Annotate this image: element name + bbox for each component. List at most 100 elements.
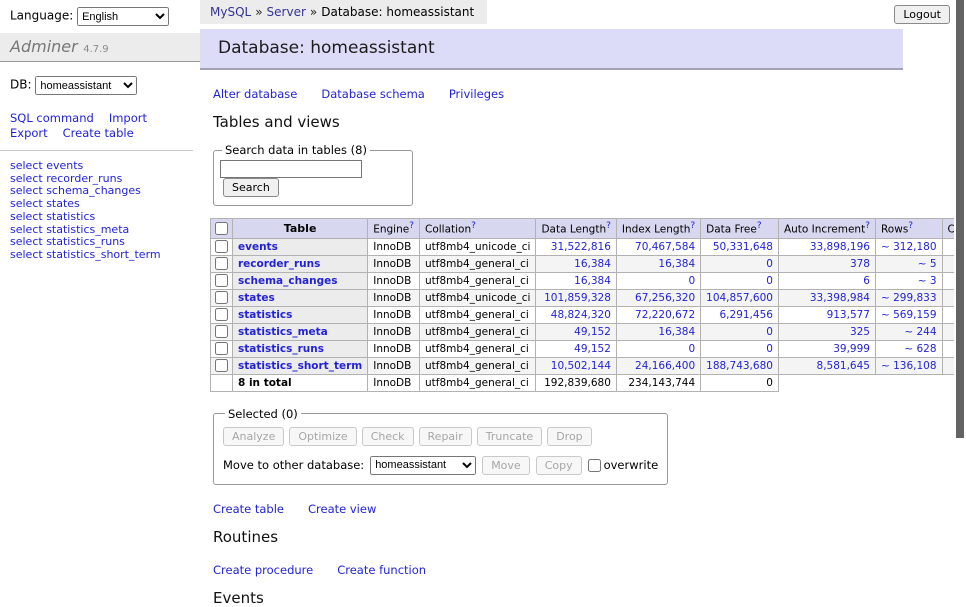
row-checkbox-statistics_short_term[interactable] [215, 359, 228, 372]
table-name-link-recorder_runs[interactable]: recorder_runs [238, 258, 320, 270]
select-link-statistics_runs[interactable]: select [10, 235, 43, 248]
action-privileges[interactable]: Privileges [449, 87, 504, 101]
data_free-value[interactable]: 6,291,456 [720, 309, 773, 321]
table-name-link-states[interactable]: states [238, 292, 275, 304]
repair-button[interactable]: Repair [419, 427, 472, 446]
select-link-states[interactable]: select [10, 197, 43, 210]
select-link-events[interactable]: select [10, 159, 43, 172]
sidebar-link-sql-command[interactable]: SQL command [10, 111, 94, 125]
row-checkbox-statistics_meta[interactable] [215, 325, 228, 338]
rows-value[interactable]: ~ 569,159 [881, 309, 937, 321]
table-name-link-statistics_runs[interactable]: statistics_runs [238, 343, 324, 355]
truncate-button[interactable]: Truncate [477, 427, 542, 446]
help-link-rows[interactable]: ? [908, 221, 913, 231]
auto_increment-value[interactable]: 6 [863, 275, 870, 287]
drop-button[interactable]: Drop [547, 427, 591, 446]
action-create-view[interactable]: Create view [308, 502, 376, 516]
language-select[interactable]: English [77, 7, 169, 26]
auto_increment-value[interactable]: 8,581,645 [817, 360, 870, 372]
action-database-schema[interactable]: Database schema [321, 87, 424, 101]
select-link-statistics_short_term[interactable]: select [10, 248, 43, 261]
data_free-value[interactable]: 0 [766, 343, 773, 355]
rows-value[interactable]: ~ 299,833 [881, 292, 937, 304]
breadcrumb-driver-link[interactable]: MySQL [210, 5, 251, 19]
data_length-value[interactable]: 48,824,320 [551, 309, 611, 321]
help-link-data_length[interactable]: ? [606, 221, 611, 231]
scrollbar-thumb[interactable] [956, 0, 964, 438]
data_length-value[interactable]: 49,152 [574, 343, 611, 355]
auto_increment-value[interactable]: 39,999 [833, 343, 870, 355]
row-checkbox-states[interactable] [215, 291, 228, 304]
select-link-statistics_meta[interactable]: select [10, 223, 43, 236]
copy-button[interactable]: Copy [536, 456, 582, 475]
table-name-link-statistics[interactable]: statistics [238, 309, 292, 321]
data_free-value[interactable]: 104,857,600 [706, 292, 773, 304]
search-input[interactable] [220, 160, 362, 178]
table-link-statistics_meta[interactable]: statistics_meta [46, 223, 129, 236]
help-link-data_free[interactable]: ? [757, 221, 762, 231]
data_length-value[interactable]: 101,859,328 [544, 292, 611, 304]
db-select[interactable]: homeassistant [35, 76, 137, 95]
index_length-value[interactable]: 16,384 [658, 258, 695, 270]
data_free-value[interactable]: 0 [766, 258, 773, 270]
sidebar-link-import[interactable]: Import [109, 111, 147, 125]
action-create-function[interactable]: Create function [337, 563, 426, 577]
rows-value[interactable]: ~ 244 [904, 326, 936, 338]
move-button[interactable]: Move [482, 456, 530, 475]
table-name-link-events[interactable]: events [238, 241, 278, 253]
data_length-value[interactable]: 16,384 [574, 275, 611, 287]
select-link-schema_changes[interactable]: select [10, 184, 43, 197]
index_length-value[interactable]: 0 [688, 275, 695, 287]
rows-value[interactable]: ~ 3 [918, 275, 937, 287]
check-button[interactable]: Check [362, 427, 414, 446]
auto_increment-value[interactable]: 325 [850, 326, 870, 338]
auto_increment-value[interactable]: 913,577 [827, 309, 870, 321]
row-checkbox-schema_changes[interactable] [215, 274, 228, 287]
table-link-schema_changes[interactable]: schema_changes [46, 184, 141, 197]
auto_increment-value[interactable]: 33,898,196 [810, 241, 870, 253]
data_free-value[interactable]: 188,743,680 [706, 360, 773, 372]
index_length-value[interactable]: 16,384 [658, 326, 695, 338]
action-create-procedure[interactable]: Create procedure [213, 563, 313, 577]
rows-value[interactable]: ~ 136,108 [881, 360, 937, 372]
action-create-table[interactable]: Create table [213, 502, 284, 516]
rows-value[interactable]: ~ 5 [918, 258, 937, 270]
search-button[interactable]: Search [223, 178, 279, 197]
data_length-value[interactable]: 10,502,144 [551, 360, 611, 372]
help-link-collation[interactable]: ? [471, 221, 476, 231]
data_length-value[interactable]: 16,384 [574, 258, 611, 270]
help-link-engine[interactable]: ? [409, 221, 414, 231]
row-checkbox-events[interactable] [215, 240, 228, 253]
help-link-index_length[interactable]: ? [690, 221, 695, 231]
analyze-button[interactable]: Analyze [223, 427, 284, 446]
table-link-recorder_runs[interactable]: recorder_runs [46, 172, 122, 185]
breadcrumb-server-link[interactable]: Server [267, 5, 306, 19]
select-link-recorder_runs[interactable]: select [10, 172, 43, 185]
optimize-button[interactable]: Optimize [289, 427, 356, 446]
row-checkbox-statistics_runs[interactable] [215, 342, 228, 355]
table-link-statistics[interactable]: statistics [46, 210, 95, 223]
help-link-auto_increment[interactable]: ? [865, 221, 870, 231]
select-link-statistics[interactable]: select [10, 210, 43, 223]
auto_increment-value[interactable]: 378 [850, 258, 870, 270]
sidebar-link-create-table[interactable]: Create table [63, 126, 134, 140]
table-link-statistics_short_term[interactable]: statistics_short_term [46, 248, 160, 261]
logout-button[interactable]: Logout [894, 5, 950, 24]
data_length-value[interactable]: 31,522,816 [551, 241, 611, 253]
action-alter-database[interactable]: Alter database [213, 87, 297, 101]
row-checkbox-statistics[interactable] [215, 308, 228, 321]
select-all-checkbox[interactable] [215, 222, 228, 235]
table-link-states[interactable]: states [46, 197, 80, 210]
row-checkbox-recorder_runs[interactable] [215, 257, 228, 270]
auto_increment-value[interactable]: 33,398,984 [810, 292, 870, 304]
move-db-select[interactable]: homeassistant [370, 456, 476, 475]
table-link-statistics_runs[interactable]: statistics_runs [46, 235, 125, 248]
data_free-value[interactable]: 0 [766, 275, 773, 287]
table-name-link-statistics_short_term[interactable]: statistics_short_term [238, 360, 362, 372]
table-name-link-statistics_meta[interactable]: statistics_meta [238, 326, 328, 338]
index_length-value[interactable]: 24,166,400 [635, 360, 695, 372]
index_length-value[interactable]: 67,256,320 [635, 292, 695, 304]
index_length-value[interactable]: 72,220,672 [635, 309, 695, 321]
index_length-value[interactable]: 0 [688, 343, 695, 355]
data_length-value[interactable]: 49,152 [574, 326, 611, 338]
